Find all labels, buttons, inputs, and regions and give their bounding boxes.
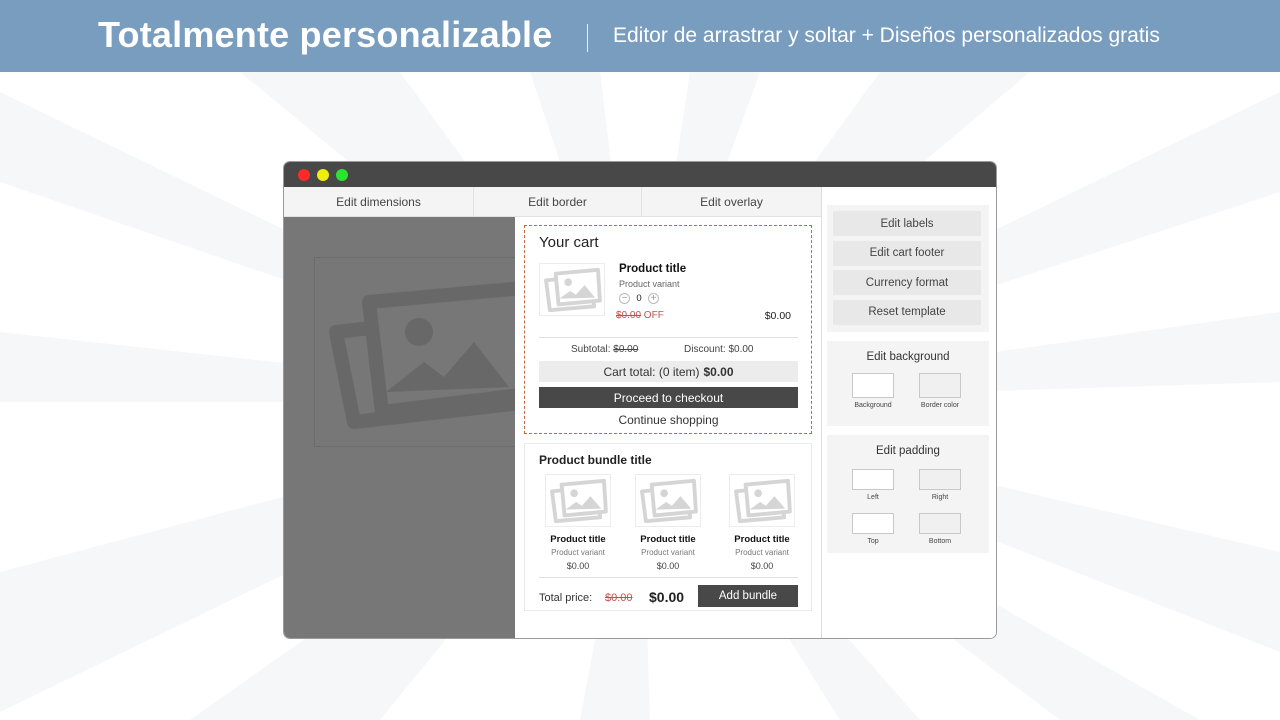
window-titlebar — [284, 162, 996, 187]
bundle-item-price: $0.00 — [566, 561, 590, 571]
padding-right-field: Right — [919, 469, 961, 501]
bundle-total-price: $0.00 — [649, 589, 685, 605]
edit-cart-footer-button[interactable]: Edit cart footer — [833, 240, 981, 266]
panel-title: Edit padding — [876, 445, 940, 457]
bundle-item-variant: Product variant — [551, 548, 605, 557]
tab-edit-dimensions[interactable]: Edit dimensions — [284, 187, 474, 217]
padding-bottom-input[interactable] — [919, 513, 961, 534]
padding-right-input[interactable] — [919, 469, 961, 490]
discount: Discount: $0.00 — [684, 344, 754, 355]
bundle-item-title: Product title — [550, 534, 606, 545]
bundle-item: Product title Product variant $0.00 — [628, 474, 708, 571]
bundle-item: Product title Product variant $0.00 — [722, 474, 802, 571]
background-color-field: Background — [852, 373, 894, 409]
subtotal-value: $0.00 — [613, 344, 639, 355]
bundle-item-thumbnail — [545, 474, 611, 527]
field-label: Right — [931, 494, 949, 501]
cart-total-value: $0.00 — [703, 364, 734, 379]
border-color-swatch[interactable] — [919, 373, 961, 398]
bundle-item-price: $0.00 — [656, 561, 680, 571]
overlay-preview — [284, 217, 554, 638]
bundle-item-thumbnail — [729, 474, 795, 527]
field-label: Bottom — [928, 538, 952, 545]
quantity-value: 0 — [636, 293, 642, 304]
edit-padding-panel: Edit padding Left Right Top Bottom — [827, 435, 989, 553]
padding-bottom-field: Bottom — [919, 513, 961, 545]
field-label: Left — [867, 494, 879, 501]
bundle-item-thumbnail — [635, 474, 701, 527]
add-bundle-button[interactable]: Add bundle — [698, 585, 798, 607]
border-color-field: Border color — [919, 373, 961, 409]
quantity-stepper: − 0 + — [619, 293, 659, 304]
bundle-item-variant: Product variant — [641, 548, 695, 557]
bundle-item: Product title Product variant $0.00 — [538, 474, 618, 571]
cart-item-price: $0.00 — [764, 310, 791, 322]
bundle-item-price: $0.00 — [750, 561, 774, 571]
padding-left-field: Left — [852, 469, 894, 501]
cart-item-variant: Product variant — [619, 279, 680, 289]
subtotal-label: Subtotal: — [571, 344, 614, 355]
checkout-button[interactable]: Proceed to checkout — [539, 387, 798, 408]
cart-title: Your cart — [539, 234, 599, 251]
bundle-item-title: Product title — [734, 534, 790, 545]
bundle-total-label: Total price: — [539, 592, 593, 604]
field-label: Background — [854, 402, 892, 409]
cart-item-title: Product title — [619, 263, 687, 275]
field-label: Top — [867, 538, 879, 545]
bundle-item-variant: Product variant — [735, 548, 789, 557]
continue-shopping-link[interactable]: Continue shopping — [539, 413, 798, 427]
banner-subtitle: Editor de arrastrar y soltar + Diseños p… — [613, 24, 1160, 47]
minimize-window-button[interactable] — [317, 169, 329, 181]
bundle-item-title: Product title — [640, 534, 696, 545]
header-banner: Totalmente personalizable Editor de arra… — [0, 0, 1280, 72]
image-placeholder-icon — [734, 478, 792, 524]
image-placeholder-icon — [329, 280, 544, 429]
edit-labels-button[interactable]: Edit labels — [833, 211, 981, 236]
image-placeholder-icon — [544, 267, 602, 313]
background-color-swatch[interactable] — [852, 373, 894, 398]
bundle-title: Product bundle title — [539, 453, 652, 467]
cart-item-thumbnail — [539, 263, 605, 316]
cart-item-old-price: $0.00 — [616, 310, 642, 321]
banner-divider — [587, 24, 588, 52]
padding-left-input[interactable] — [852, 469, 894, 490]
field-label: Border color — [920, 402, 960, 409]
product-bundle[interactable]: Product bundle title Product title Produ… — [524, 443, 812, 611]
cart-drawer[interactable]: Your cart Product title Product variant … — [524, 225, 812, 434]
quantity-plus-button[interactable]: + — [648, 293, 659, 304]
cart-total: Cart total: (0 item) $0.00 — [539, 361, 798, 382]
cart-preview: Your cart Product title Product variant … — [515, 217, 821, 638]
settings-sidebar: Edit labels Edit cart footer Currency fo… — [821, 187, 996, 638]
subtotal: Subtotal: $0.00 — [571, 344, 638, 355]
close-window-button[interactable] — [298, 169, 310, 181]
tab-edit-overlay[interactable]: Edit overlay — [642, 187, 821, 217]
maximize-window-button[interactable] — [336, 169, 348, 181]
divider — [539, 337, 798, 338]
cart-total-label: Cart total: (0 item) — [603, 364, 700, 379]
padding-top-field: Top — [852, 513, 894, 545]
quantity-minus-button[interactable]: − — [619, 293, 630, 304]
reset-template-button[interactable]: Reset template — [833, 299, 981, 325]
tab-edit-border[interactable]: Edit border — [474, 187, 642, 217]
bundle-total-old-price: $0.00 — [605, 592, 633, 604]
image-placeholder-icon — [550, 478, 608, 524]
divider — [539, 577, 798, 578]
panel-title: Edit background — [866, 351, 950, 363]
padding-top-input[interactable] — [852, 513, 894, 534]
cart-item-discount: $0.00 OFF — [616, 310, 664, 321]
banner-title: Totalmente personalizable — [98, 14, 553, 55]
edit-background-panel: Edit background Background Border color — [827, 341, 989, 426]
image-placeholder-icon — [640, 478, 698, 524]
editor-tabs: Edit dimensions Edit border Edit overlay — [284, 187, 821, 217]
currency-format-button[interactable]: Currency format — [833, 270, 981, 295]
settings-menu: Edit labels Edit cart footer Currency fo… — [827, 205, 989, 332]
editor-window: Edit dimensions Edit border Edit overlay… — [283, 161, 997, 639]
off-label: OFF — [641, 310, 664, 321]
